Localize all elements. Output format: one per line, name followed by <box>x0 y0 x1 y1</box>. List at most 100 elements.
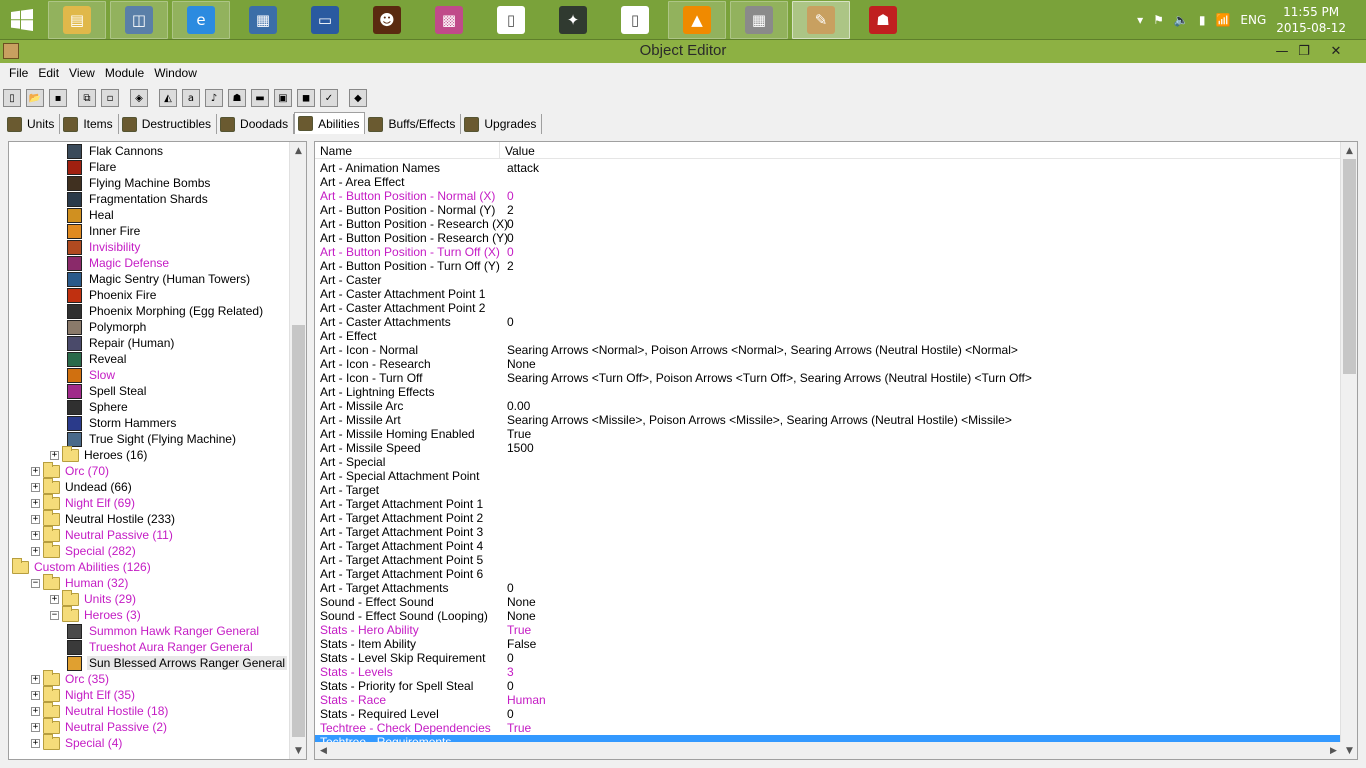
taskbar-app-vlc-player[interactable]: ▲ <box>668 0 726 39</box>
tree-scrollbar[interactable]: ▲ ▼ <box>289 142 306 759</box>
restore-button[interactable]: ❐ <box>1290 40 1318 62</box>
taskbar-app-game-hero-app[interactable]: ☻ <box>358 1 416 39</box>
grid-scroll-thumb[interactable] <box>1343 159 1356 374</box>
grid-row[interactable]: Art - Icon - Research None <box>315 357 1342 371</box>
scroll-up-arrow-icon[interactable]: ▲ <box>290 142 306 159</box>
grid-row[interactable]: Art - Animation Names attack <box>315 161 1342 175</box>
grid-row[interactable]: Stats - Required Level 0 <box>315 707 1342 721</box>
taskbar-app-window-app[interactable]: ▭ <box>296 1 354 39</box>
grid-row[interactable]: Stats - Priority for Spell Steal 0 <box>315 679 1342 693</box>
import-manager-icon[interactable]: ◼ <box>297 89 315 107</box>
column-value-header[interactable]: Value <box>500 142 1342 159</box>
grid-row[interactable]: Art - Icon - Normal Searing Arrows <Norma… <box>315 343 1342 357</box>
grid-row[interactable]: Sound - Effect Sound (Looping) None <box>315 609 1342 623</box>
taskbar-app-blank-window-app[interactable]: ▯ <box>482 1 540 39</box>
tree-item[interactable]: Magic Defense <box>67 255 171 271</box>
tree-item[interactable]: Reveal <box>67 351 128 367</box>
language-indicator[interactable]: ENG <box>1240 13 1266 27</box>
scroll-down-arrow-icon[interactable]: ▼ <box>1341 742 1357 759</box>
grid-row[interactable]: Art - Button Position - Normal (Y) 2 <box>315 203 1342 217</box>
tree-item[interactable]: Phoenix Fire <box>67 287 158 303</box>
expand-icon[interactable]: + <box>31 674 40 684</box>
tree-item[interactable]: Flare <box>67 159 118 175</box>
grid-row[interactable]: Stats - Race Human <box>315 693 1342 707</box>
ai-editor-icon[interactable]: ▣ <box>274 89 292 107</box>
object-tree[interactable]: Flak Cannons Flare Flying Machine Bombs Fra… <box>8 141 307 760</box>
expand-icon[interactable]: + <box>31 706 40 716</box>
taskbar-app-red-character-app[interactable]: ☗ <box>854 1 912 39</box>
grid-row[interactable]: Art - Target Attachment Point 3 <box>315 525 1342 539</box>
expand-icon[interactable]: + <box>31 546 40 556</box>
tree-folder[interactable]: + Heroes (16) <box>50 445 149 463</box>
grid-row[interactable]: Art - Button Position - Research (Y) 0 <box>315 231 1342 245</box>
object-manager-icon[interactable]: ✓ <box>320 89 338 107</box>
collapse-icon[interactable]: − <box>50 610 59 620</box>
grid-row[interactable]: Art - Effect <box>315 329 1342 343</box>
tree-item[interactable]: Invisibility <box>67 239 142 255</box>
grid-row[interactable]: Art - Special Attachment Point <box>315 469 1342 483</box>
new-icon[interactable]: ▯ <box>3 89 21 107</box>
grid-row[interactable]: Stats - Hero Ability True <box>315 623 1342 637</box>
tab-destructibles[interactable]: Destructibles <box>119 114 218 134</box>
expand-icon[interactable]: + <box>31 466 40 476</box>
tab-doodads[interactable]: Doodads <box>217 114 295 134</box>
column-name-header[interactable]: Name <box>315 142 500 159</box>
copy-icon[interactable]: ⧉ <box>78 89 96 107</box>
save-icon[interactable]: ▪ <box>49 89 67 107</box>
grid-row[interactable]: Stats - Levels 3 <box>315 665 1342 679</box>
expand-icon[interactable]: + <box>50 450 59 460</box>
tree-item[interactable]: Phoenix Morphing (Egg Related) <box>67 303 265 319</box>
tab-upgrades[interactable]: Upgrades <box>461 114 543 134</box>
start-button[interactable] <box>0 0 44 40</box>
scroll-down-arrow-icon[interactable]: ▼ <box>290 742 306 759</box>
campaign-editor-icon[interactable]: ▬ <box>251 89 269 107</box>
grid-row[interactable]: Sound - Effect Sound None <box>315 595 1342 609</box>
grid-row[interactable]: Art - Icon - Turn Off Searing Arrows <Tur… <box>315 371 1342 385</box>
expand-icon[interactable]: + <box>31 482 40 492</box>
grid-row[interactable]: Art - Target Attachments 0 <box>315 581 1342 595</box>
grid-row[interactable]: Art - Button Position - Research (X) 0 <box>315 217 1342 231</box>
scroll-right-arrow-icon[interactable]: ▶ <box>1325 742 1342 759</box>
tree-folder[interactable]: − Human (32) <box>31 573 130 591</box>
menu-module[interactable]: Module <box>100 66 149 80</box>
flag-icon[interactable]: ⚑ <box>1153 13 1164 27</box>
grid-row[interactable]: Art - Target <box>315 483 1342 497</box>
open-icon[interactable]: 📂 <box>26 89 44 107</box>
tree-item[interactable]: Polymorph <box>67 319 148 335</box>
tree-item[interactable]: Repair (Human) <box>67 335 176 351</box>
tree-folder[interactable]: Custom Abilities (126) <box>12 557 153 575</box>
expand-icon[interactable]: + <box>31 690 40 700</box>
expand-icon[interactable]: + <box>31 498 40 508</box>
collapse-icon[interactable]: − <box>31 578 40 588</box>
expand-icon[interactable]: + <box>31 722 40 732</box>
tree-item[interactable]: True Sight (Flying Machine) <box>67 431 238 447</box>
tab-items[interactable]: Items <box>60 114 119 134</box>
grid-scrollbar[interactable]: ▲ ▼ <box>1340 142 1357 759</box>
scroll-up-arrow-icon[interactable]: ▲ <box>1341 142 1357 159</box>
taskbar-app-performance-monitor[interactable]: ◫ <box>110 0 168 39</box>
grid-row[interactable]: Art - Special <box>315 455 1342 469</box>
grid-row[interactable]: Art - Button Position - Turn Off (X) 0 <box>315 245 1342 259</box>
grid-row[interactable]: Art - Missile Art Searing Arrows <Missile… <box>315 413 1342 427</box>
grid-row[interactable]: Art - Caster <box>315 273 1342 287</box>
grid-row[interactable]: Art - Target Attachment Point 2 <box>315 511 1342 525</box>
menu-file[interactable]: File <box>4 66 33 80</box>
object-editor-icon[interactable]: ☗ <box>228 89 246 107</box>
grid-row[interactable]: Art - Caster Attachment Point 1 <box>315 287 1342 301</box>
menu-view[interactable]: View <box>64 66 100 80</box>
taskbar-app-file-explorer[interactable]: ▤ <box>48 0 106 39</box>
paste-icon[interactable]: ▫ <box>101 89 119 107</box>
tree-item[interactable]: Sun Blessed Arrows Ranger General <box>67 655 288 671</box>
terrain-editor-icon[interactable]: ◈ <box>130 89 148 107</box>
tab-buffs-effects[interactable]: Buffs/Effects <box>365 114 462 134</box>
tree-item[interactable]: Trueshot Aura Ranger General <box>67 639 255 655</box>
tab-abilities[interactable]: Abilities <box>294 112 366 134</box>
expand-icon[interactable]: + <box>50 594 59 604</box>
grid-row[interactable]: Art - Target Attachment Point 5 <box>315 553 1342 567</box>
tree-item[interactable]: Fragmentation Shards <box>67 191 210 207</box>
grid-horizontal-scrollbar[interactable]: ◀ ▶ <box>315 742 1342 759</box>
tree-item[interactable]: Slow <box>67 367 117 383</box>
grid-row[interactable]: Art - Button Position - Normal (X) 0 <box>315 189 1342 203</box>
grid-row[interactable]: Art - Lightning Effects <box>315 385 1342 399</box>
tree-item[interactable]: Inner Fire <box>67 223 142 239</box>
